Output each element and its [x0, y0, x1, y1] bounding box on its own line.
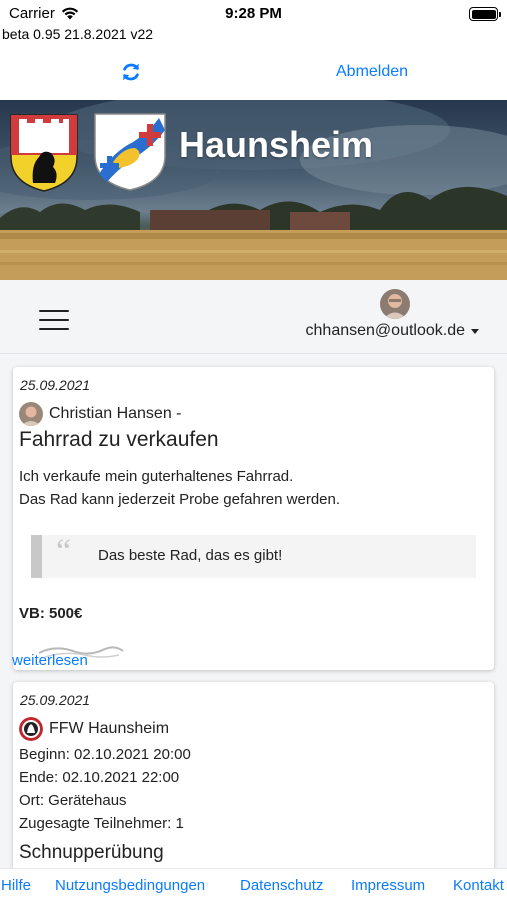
event-title: Schnupperübung: [19, 842, 164, 863]
post-card[interactable]: 25.09.2021 Christian Hansen - Fahrrad zu…: [12, 367, 494, 670]
footer-link-hilfe[interactable]: Hilfe: [1, 877, 31, 894]
post-date: 25.09.2021: [20, 377, 91, 393]
post-price: VB: 500€: [19, 605, 83, 622]
caret-down-icon: [471, 329, 479, 334]
status-bar: Carrier 9:28 PM: [0, 0, 507, 26]
event-start: Beginn: 02.10.2021 20:00: [19, 746, 191, 763]
header-banner: Haunsheim: [0, 100, 507, 280]
post-body-line: Ich verkaufe mein guterhaltenes Fahrrad.: [19, 468, 294, 485]
post-title: Fahrrad zu verkaufen: [19, 428, 219, 451]
quote-text: Das beste Rad, das es gibt!: [98, 547, 283, 564]
event-organizer: FFW Haunsheim: [49, 720, 170, 737]
top-bar: Abmelden: [0, 52, 507, 92]
version-label: beta 0.95 21.8.2021 v22: [2, 26, 154, 42]
hamburger-icon[interactable]: [39, 308, 69, 330]
footer-link-impressum[interactable]: Impressum: [351, 877, 425, 894]
event-author: FFW Haunsheim: [19, 717, 169, 741]
author-avatar: [19, 402, 43, 426]
banner-title: Haunsheim: [179, 124, 374, 165]
navigation-bar: chhansen@outlook.de: [0, 280, 507, 354]
refresh-icon[interactable]: [120, 61, 142, 83]
footer: Hilfe Nutzungsbedingungen Datenschutz Im…: [0, 868, 507, 900]
post-quote: “ Das beste Rad, das es gibt!: [31, 533, 476, 578]
crest-left-icon: [10, 114, 78, 192]
battery-icon: [469, 7, 501, 21]
user-email: chhansen@outlook.de: [305, 322, 465, 339]
logout-button[interactable]: Abmelden: [336, 63, 408, 81]
event-end: Ende: 02.10.2021 22:00: [19, 769, 180, 786]
event-card[interactable]: 25.09.2021 FFW Haunsheim Beginn: 02.10.2…: [13, 682, 494, 868]
post-body-line: Das Rad kann jederzeit Probe gefahren we…: [19, 491, 341, 508]
news-feed: 25.09.2021 Christian Hansen - Fahrrad zu…: [0, 354, 507, 868]
event-location: Ort: Gerätehaus: [19, 792, 127, 809]
post-author: Christian Hansen -: [19, 402, 182, 426]
crest-right-icon: [94, 113, 166, 191]
event-participants: Zugesagte Teilnehmer: 1: [19, 815, 184, 832]
read-more-link[interactable]: weiterlesen: [12, 652, 88, 669]
user-avatar[interactable]: [380, 289, 410, 319]
event-date: 25.09.2021: [20, 692, 91, 708]
footer-link-kontakt[interactable]: Kontakt: [453, 877, 504, 894]
footer-link-nutzungsbedingungen[interactable]: Nutzungsbedingungen: [55, 877, 205, 894]
author-name: Christian Hansen -: [49, 405, 182, 422]
footer-link-datenschutz[interactable]: Datenschutz: [240, 877, 323, 894]
quote-icon: “: [56, 533, 72, 570]
status-time: 9:28 PM: [225, 5, 282, 22]
user-menu-toggle[interactable]: chhansen@outlook.de: [306, 322, 479, 340]
fire-brigade-logo-icon: [19, 717, 43, 741]
